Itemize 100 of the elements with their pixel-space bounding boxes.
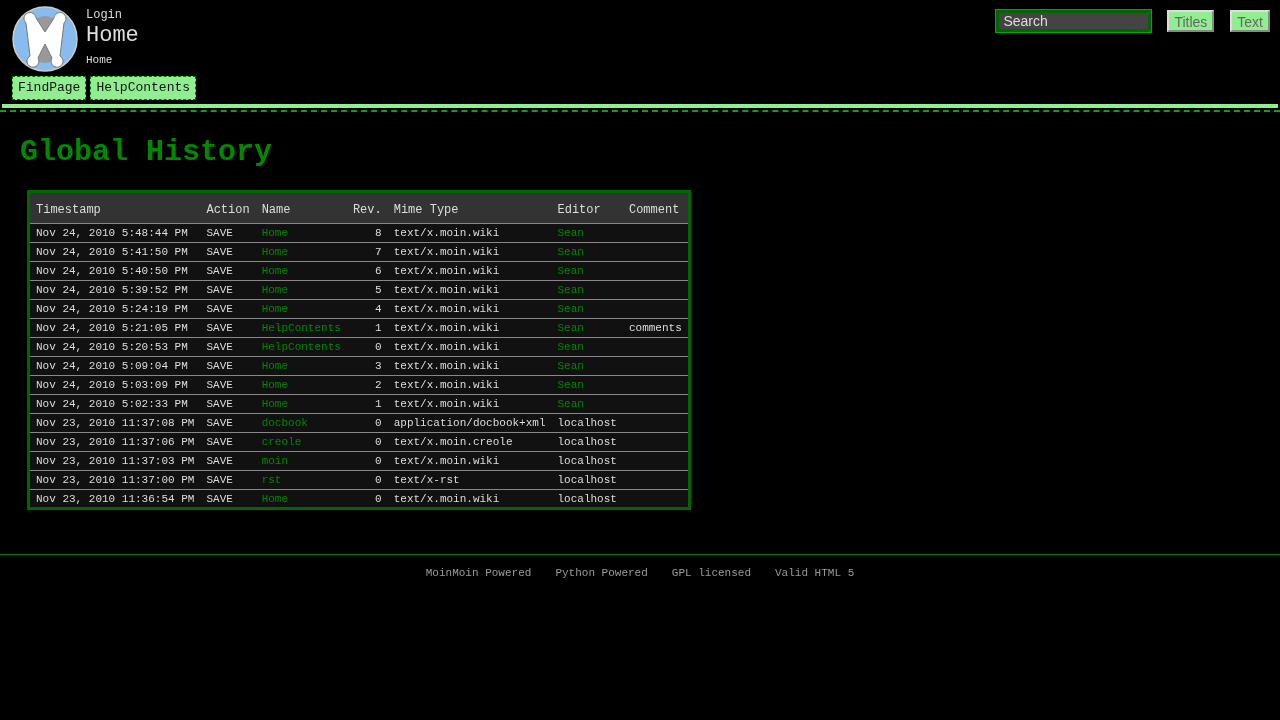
table-cell: localhost [551,451,623,470]
editor-link[interactable]: Sean [557,264,584,277]
table-cell: Nov 24, 2010 5:41:50 PM [28,242,201,261]
table-cell: Nov 23, 2010 11:37:06 PM [28,432,201,451]
table-cell: 4 [346,299,388,318]
editor-link[interactable]: Sean [557,397,584,410]
table-cell: localhost [551,432,623,451]
page-link[interactable]: Home [261,492,289,505]
column-header: Editor [551,191,623,223]
column-header: Name [255,191,347,223]
search-button[interactable]: Text [1230,10,1270,32]
table-cell: 6 [346,261,388,280]
table-cell: SAVE [200,394,256,413]
table-cell: 0 [346,489,388,509]
table-cell: SAVE [200,280,256,299]
table-cell: SAVE [200,470,256,489]
table-cell: Nov 24, 2010 5:39:52 PM [28,280,201,299]
page-link[interactable]: Home [261,245,289,258]
table-cell: Nov 24, 2010 5:48:44 PM [28,223,201,242]
table-cell: 2 [346,375,388,394]
table-cell: text/x.moin.wiki [387,451,552,470]
table-cell: text/x-rst [387,470,552,489]
table-cell: SAVE [200,451,256,470]
table-cell: comments [622,318,690,337]
breadcrumb-link[interactable]: Home [86,52,139,69]
table-cell: text/x.moin.wiki [387,223,552,242]
column-header: Action [200,191,256,223]
editor-link[interactable]: Sean [557,321,584,334]
table-cell: 5 [346,280,388,299]
page-link[interactable]: Home [261,359,289,372]
table-cell: 1 [346,394,388,413]
table-cell: 1 [346,318,388,337]
table-cell: Nov 24, 2010 5:09:04 PM [28,356,201,375]
editor-link[interactable]: Sean [557,378,584,391]
page-link[interactable]: Home [261,397,289,410]
table-cell: Nov 23, 2010 11:37:00 PM [28,470,201,489]
editor-link[interactable]: Sean [557,283,584,296]
page-link[interactable]: creole [261,435,302,448]
page-link[interactable]: Home [261,226,289,239]
column-header: Timestamp [28,191,201,223]
table-cell: localhost [551,470,623,489]
table-cell: SAVE [200,489,256,509]
footer-link[interactable]: Python Powered [555,565,648,582]
table-cell: Nov 24, 2010 5:21:05 PM [28,318,201,337]
page-link[interactable]: Home [261,283,289,296]
table-cell: 0 [346,451,388,470]
table-cell: text/x.moin.wiki [387,242,552,261]
logo-icon [12,6,78,72]
table-cell: SAVE [200,337,256,356]
table-cell: SAVE [200,356,256,375]
column-header: Rev. [346,191,388,223]
page-link[interactable]: Home [261,264,289,277]
table-cell: Nov 24, 2010 5:02:33 PM [28,394,201,413]
table-cell: SAVE [200,299,256,318]
page-link[interactable]: HelpContents [261,321,341,334]
page-link[interactable]: docbook [261,416,308,429]
footer-link[interactable]: Valid HTML 5 [775,565,855,582]
editor-link[interactable]: Sean [557,340,584,353]
footer-link[interactable]: GPL licensed [671,565,751,582]
page-link[interactable]: HelpContents [261,340,341,353]
table-cell: text/x.moin.wiki [387,280,552,299]
table-cell: 7 [346,242,388,261]
table-cell: SAVE [200,413,256,432]
editor-link[interactable]: Sean [557,226,584,239]
table-cell: Nov 24, 2010 5:40:50 PM [28,261,201,280]
page-link[interactable]: Home [261,378,289,391]
table-cell: 0 [346,337,388,356]
table-cell: Nov 24, 2010 5:03:09 PM [28,375,201,394]
table-cell: 0 [346,432,388,451]
table-cell: application/docbook+xml [387,413,552,432]
table-cell: 0 [346,470,388,489]
table-cell: text/x.moin.wiki [387,356,552,375]
table-cell: SAVE [200,318,256,337]
table-cell: Nov 24, 2010 5:20:53 PM [28,337,201,356]
table-cell: text/x.moin.wiki [387,337,552,356]
table-cell: Nov 24, 2010 5:24:19 PM [28,299,201,318]
table-cell: text/x.moin.creole [387,432,552,451]
page-link[interactable]: moin [261,454,289,467]
table-cell: text/x.moin.wiki [387,375,552,394]
table-cell: Nov 23, 2010 11:37:03 PM [28,451,201,470]
nav-link[interactable]: FindPage [12,76,87,100]
column-header: Comment [622,191,690,223]
nav-link[interactable]: HelpContents [90,76,197,100]
table-cell: SAVE [200,261,256,280]
table-cell: SAVE [200,242,256,261]
search-button[interactable]: Titles [1167,10,1215,32]
login-link[interactable]: Login [86,6,139,24]
table-cell: text/x.moin.wiki [387,489,552,509]
editor-link[interactable]: Sean [557,245,584,258]
page-link[interactable]: Home [261,302,289,315]
page-link[interactable]: rst [261,473,282,486]
editor-link[interactable]: Sean [557,302,584,315]
footer-link[interactable]: MoinMoin Powered [425,565,532,582]
editor-link[interactable]: Sean [557,359,584,372]
table-cell: SAVE [200,432,256,451]
table-cell: text/x.moin.wiki [387,318,552,337]
table-cell: 3 [346,356,388,375]
search-field[interactable]: Search [996,10,1152,32]
table-cell: Nov 23, 2010 11:36:54 PM [28,489,201,509]
table-cell: 0 [346,413,388,432]
